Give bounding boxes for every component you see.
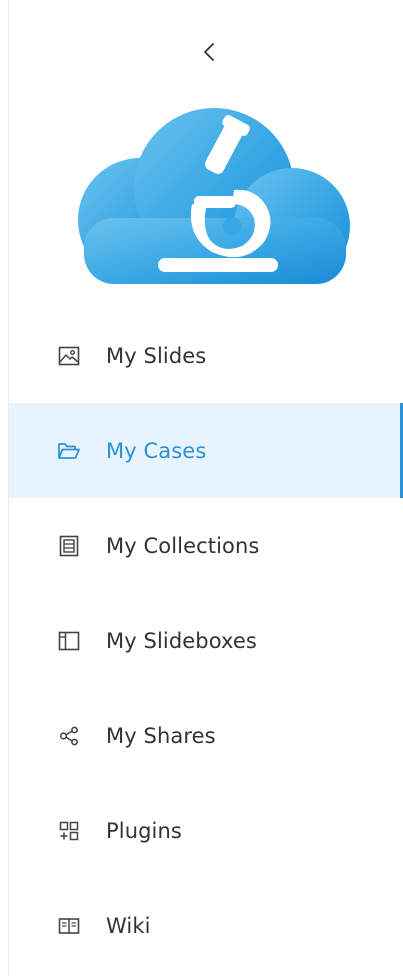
collapse-sidebar-button[interactable] <box>187 30 231 74</box>
sidebar: My Slides My Cases My Collections My Sli… <box>0 0 403 976</box>
sidebar-item-my-slides[interactable]: My Slides <box>9 308 403 403</box>
sidebar-item-my-cases[interactable]: My Cases <box>9 403 403 498</box>
sidebar-item-my-slideboxes[interactable]: My Slideboxes <box>9 593 403 688</box>
chevron-left-icon <box>204 43 214 61</box>
sidebar-item-plugins[interactable]: Plugins <box>9 783 403 878</box>
sidebar-nav: My Slides My Cases My Collections My Sli… <box>9 308 403 973</box>
sidebar-item-label: Plugins <box>106 818 182 843</box>
sidebar-item-label: My Slideboxes <box>106 628 257 653</box>
folder-open-icon <box>57 439 81 463</box>
share-icon <box>57 724 81 748</box>
plugins-icon <box>57 819 81 843</box>
sidebar-item-label: My Slides <box>106 343 207 368</box>
cloud-microscope-logo <box>78 108 350 284</box>
sidebar-item-my-shares[interactable]: My Shares <box>9 688 403 783</box>
image-icon <box>57 344 81 368</box>
slidebox-icon <box>57 629 81 653</box>
sidebar-item-label: My Cases <box>106 438 207 463</box>
sidebar-item-label: Wiki <box>106 913 151 938</box>
sidebar-item-my-collections[interactable]: My Collections <box>9 498 403 593</box>
sidebar-item-label: My Collections <box>106 533 260 558</box>
sidebar-item-label: My Shares <box>106 723 216 748</box>
collection-icon <box>57 534 81 558</box>
sidebar-item-wiki[interactable]: Wiki <box>9 878 403 973</box>
book-icon <box>57 914 81 938</box>
app-logo <box>74 108 354 293</box>
